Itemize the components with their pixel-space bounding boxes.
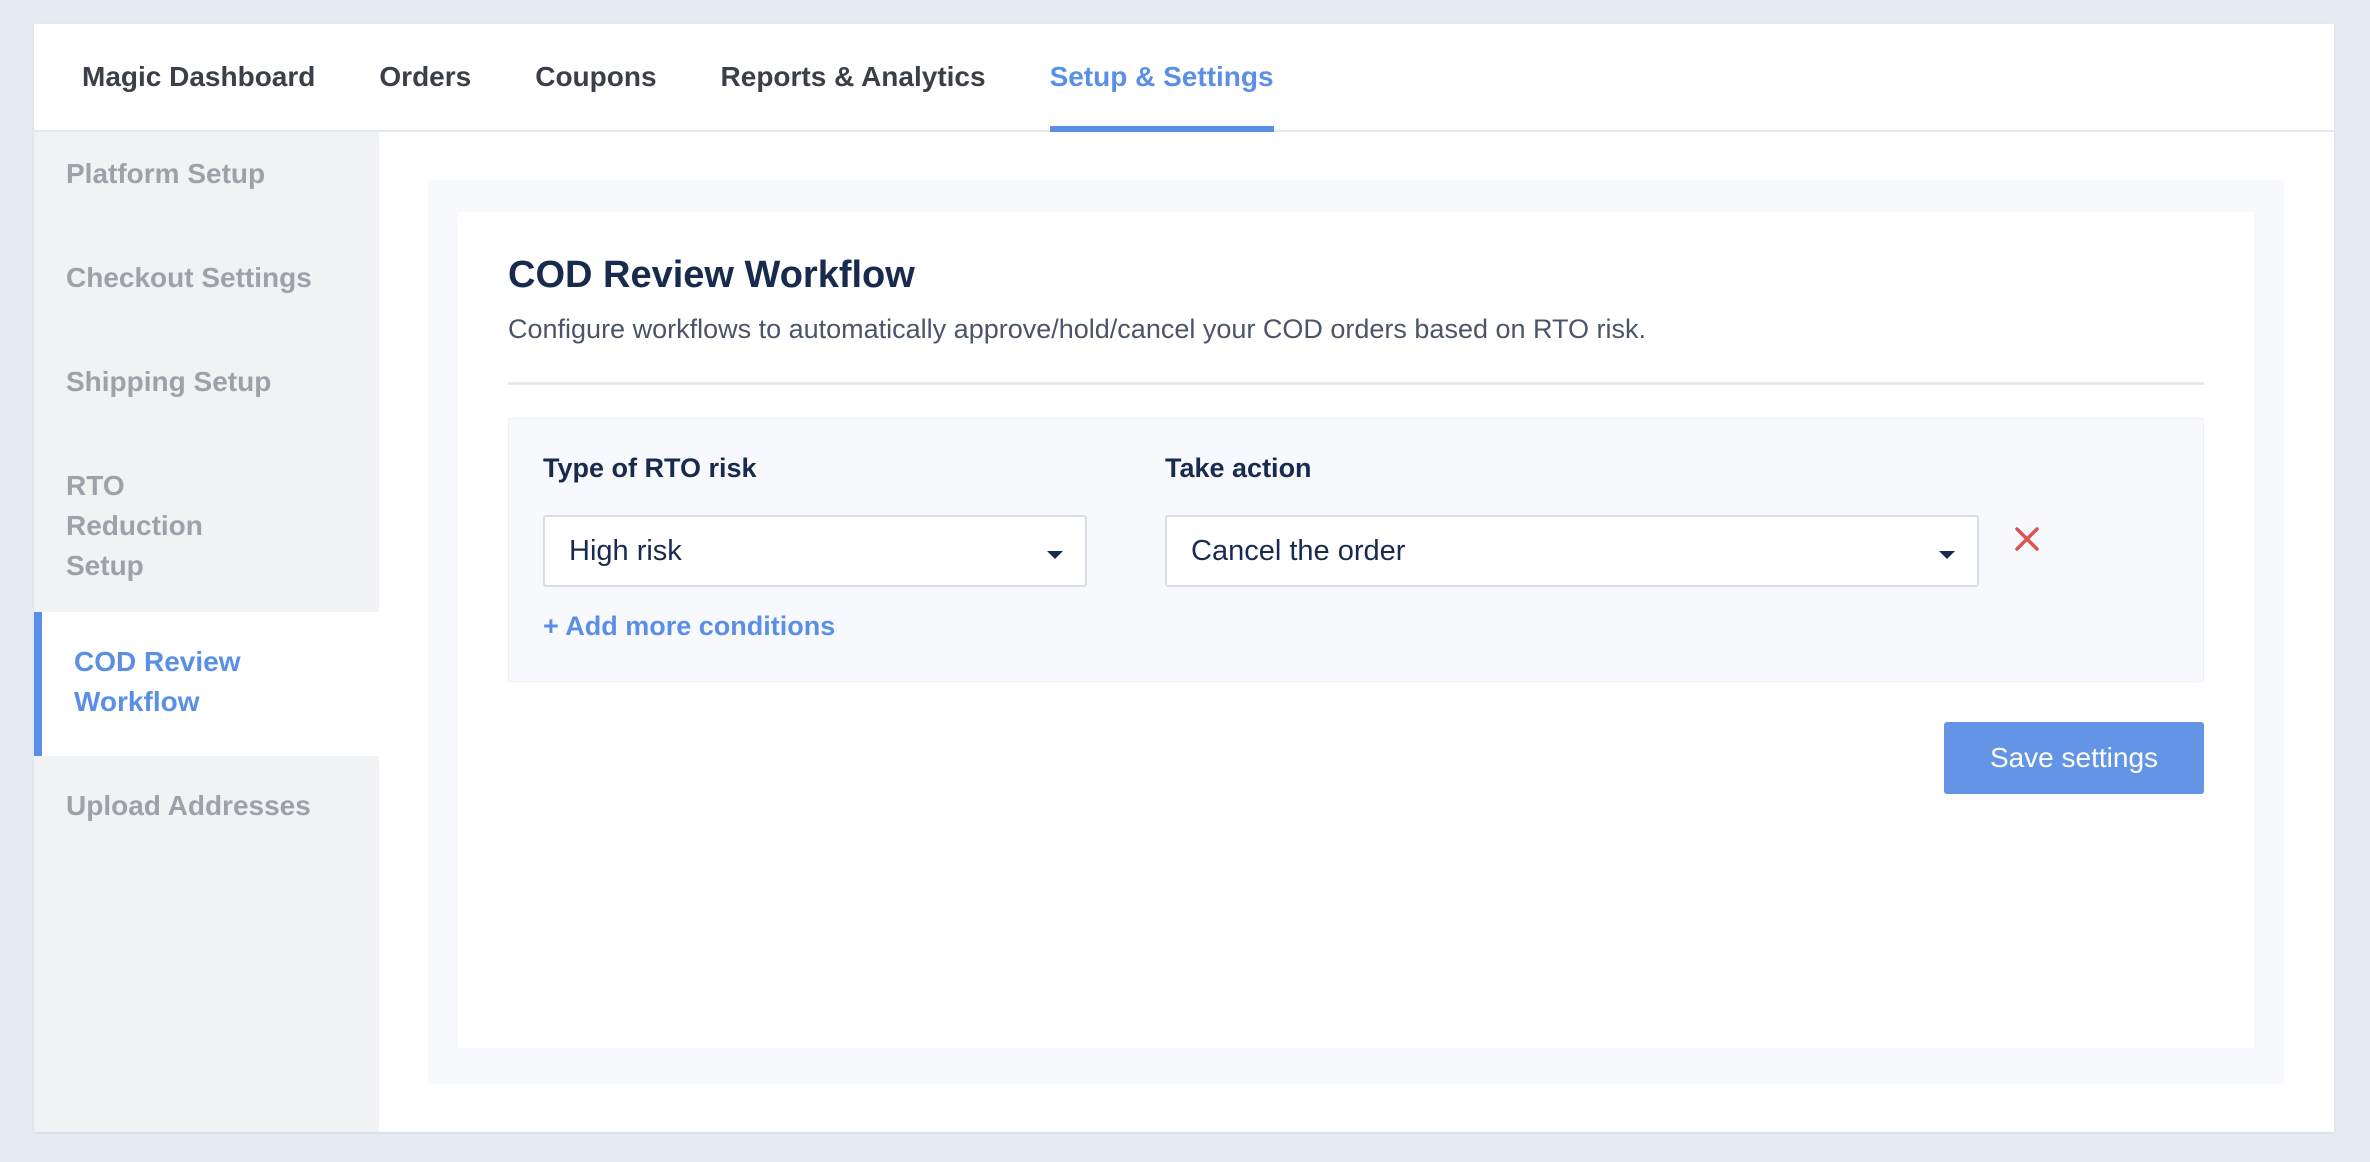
sidebar-item-rto-reduction-setup[interactable]: RTO Reduction Setup (34, 466, 264, 586)
tab-orders[interactable]: Orders (379, 24, 471, 130)
chevron-down-icon (1047, 551, 1063, 559)
top-navigation: Magic Dashboard Orders Coupons Reports &… (34, 24, 2334, 132)
risk-type-value: High risk (569, 534, 682, 567)
close-icon (2015, 527, 2039, 551)
sidebar-item-platform-setup[interactable]: Platform Setup (34, 154, 379, 194)
take-action-label: Take action (1165, 453, 1312, 483)
chevron-down-icon (1939, 551, 1955, 559)
tab-coupons[interactable]: Coupons (535, 24, 656, 130)
sidebar-item-cod-review-workflow[interactable]: COD Review Workflow (34, 612, 379, 756)
tab-setup-settings[interactable]: Setup & Settings (1049, 24, 1274, 132)
content-panel: COD Review Workflow Configure workflows … (428, 180, 2284, 1084)
sidebar-item-shipping-setup[interactable]: Shipping Setup (34, 362, 379, 402)
take-action-value: Cancel the order (1191, 534, 1406, 567)
sidebar-item-upload-addresses[interactable]: Upload Addresses (34, 786, 379, 826)
remove-condition-button[interactable] (2011, 523, 2043, 555)
condition-row: Type of RTO risk Take action High risk C… (508, 418, 2204, 682)
save-settings-button[interactable]: Save settings (1944, 722, 2204, 794)
sidebar-item-checkout-settings[interactable]: Checkout Settings (34, 258, 379, 298)
add-more-conditions-link[interactable]: + Add more conditions (543, 611, 835, 642)
tab-magic-dashboard[interactable]: Magic Dashboard (82, 24, 315, 130)
divider (508, 382, 2204, 385)
page-description: Configure workflows to automatically app… (508, 314, 1647, 344)
workflow-card: COD Review Workflow Configure workflows … (458, 212, 2254, 1048)
take-action-select[interactable]: Cancel the order (1165, 515, 1979, 587)
tab-reports-analytics[interactable]: Reports & Analytics (721, 24, 986, 130)
risk-type-label: Type of RTO risk (543, 453, 757, 483)
page-title: COD Review Workflow (508, 254, 915, 296)
risk-type-select[interactable]: High risk (543, 515, 1087, 587)
settings-sidebar: Platform Setup Checkout Settings Shippin… (34, 132, 379, 1132)
